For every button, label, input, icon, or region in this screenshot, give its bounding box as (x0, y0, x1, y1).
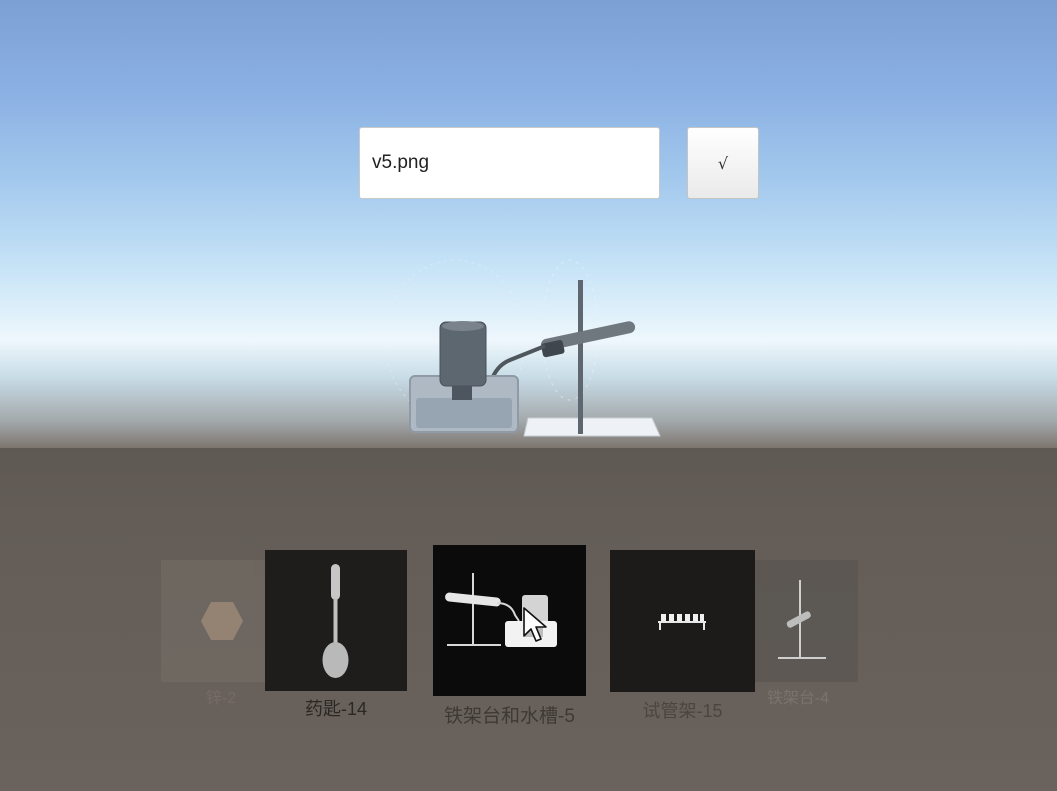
iron-stand-water-trough-icon (445, 573, 557, 647)
iron-stand-icon (778, 580, 826, 659)
mouse-cursor-icon (523, 607, 547, 642)
stand-rod (578, 280, 583, 434)
stand-base (523, 417, 661, 437)
hexagon-icon (201, 602, 243, 640)
scene-viewport: √ 锌-2 铁架台-4 药匙-14 (0, 0, 1057, 791)
carousel-item-test-tube-rack[interactable]: 试管架-15 (610, 550, 755, 721)
carousel-item-label: 铁架台和水槽-5 (444, 706, 575, 727)
test-tube-rack-icon (658, 614, 706, 630)
confirm-button[interactable]: √ (687, 127, 759, 199)
apparatus-3d-model[interactable] (360, 250, 680, 450)
carousel-item-iron-stand[interactable]: 铁架台-4 (738, 560, 858, 707)
carousel-item-spoon[interactable]: 药匙-14 (265, 550, 407, 719)
filename-input[interactable] (359, 127, 660, 199)
carousel-item-zinc[interactable]: 锌-2 (161, 560, 281, 707)
carousel-item-iron-stand-water-trough[interactable]: 铁架台和水槽-5 (433, 545, 586, 727)
equipment-carousel: 锌-2 铁架台-4 药匙-14 试管架-15 铁架台和水槽-5 (0, 540, 1057, 740)
test-tube-clamp (540, 321, 636, 358)
spoon-icon (322, 564, 349, 678)
